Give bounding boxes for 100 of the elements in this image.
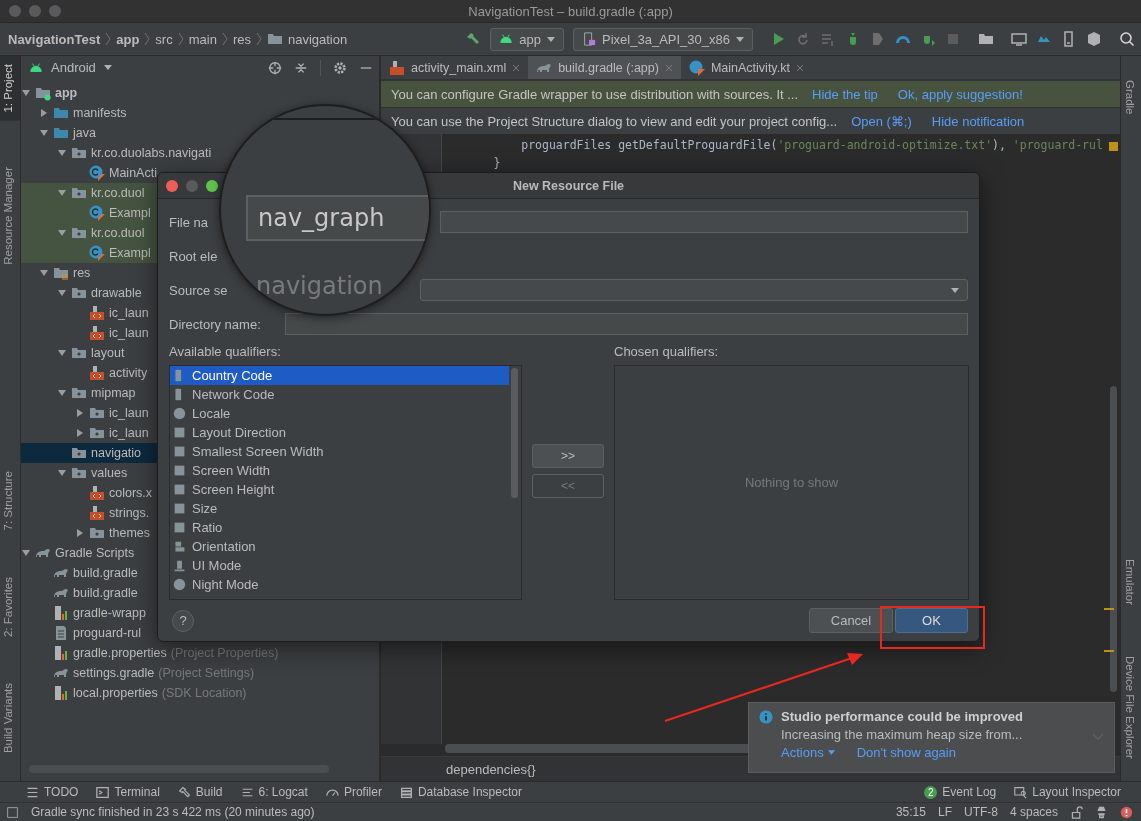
- expanded-arrow-icon[interactable]: [57, 288, 67, 298]
- editor-tab[interactable]: build.gradle (:app): [528, 56, 681, 79]
- list-item[interactable]: Country Code: [170, 366, 509, 385]
- list-item[interactable]: Size: [170, 499, 509, 518]
- status-item[interactable]: 4 spaces: [1009, 805, 1058, 819]
- crosshair-icon[interactable]: [268, 60, 282, 75]
- expanded-arrow-icon[interactable]: [57, 468, 67, 478]
- select-field[interactable]: [420, 279, 968, 301]
- status-item[interactable]: UTF-8: [963, 805, 998, 819]
- breadcrumb-item[interactable]: res: [232, 31, 251, 47]
- search-icon[interactable]: [1119, 31, 1135, 47]
- expanded-arrow-icon[interactable]: [57, 388, 67, 398]
- expanded-arrow-icon[interactable]: [21, 88, 31, 98]
- tool-window-tab[interactable]: 2: Favorites: [0, 568, 20, 645]
- expanded-arrow-icon[interactable]: [57, 148, 67, 158]
- tree-item[interactable]: res: [21, 263, 177, 283]
- breadcrumb-item[interactable]: app: [116, 31, 140, 47]
- window-close-button[interactable]: [166, 179, 178, 192]
- editor-tab[interactable]: activity_main.xml: [381, 56, 529, 79]
- tool-window-button[interactable]: 6: Logcat: [240, 785, 308, 799]
- banner-link[interactable]: Hide the tip: [812, 86, 878, 102]
- tree-item[interactable]: MainActi: [21, 163, 213, 183]
- tool-window-button[interactable]: Layout Inspector: [1014, 785, 1121, 799]
- tree-item[interactable]: manifests: [21, 103, 177, 123]
- breadcrumb-item[interactable]: navigation: [287, 31, 348, 47]
- close-icon[interactable]: [664, 63, 673, 72]
- collapsed-arrow-icon[interactable]: [75, 528, 85, 538]
- actions-link[interactable]: Actions: [781, 745, 824, 760]
- device-dropdown[interactable]: Pixel_3a_API_30_x86: [573, 27, 753, 51]
- cancel-button[interactable]: Cancel: [809, 608, 893, 633]
- expanded-arrow-icon[interactable]: [39, 268, 49, 278]
- tool-window-tab[interactable]: Build Variants: [0, 674, 20, 761]
- tool-window-button[interactable]: TODO: [26, 785, 79, 799]
- list-item[interactable]: Screen Width: [170, 461, 509, 480]
- collapsed-arrow-icon[interactable]: [75, 428, 85, 438]
- error-icon[interactable]: [1120, 805, 1133, 819]
- input-field[interactable]: [440, 211, 968, 233]
- tool-window-button[interactable]: 2 Event Log: [924, 785, 997, 799]
- breadcrumb-item[interactable]: NavigationTest: [8, 31, 101, 47]
- banner-link[interactable]: Hide notification: [931, 113, 1025, 129]
- tool-window-button[interactable]: Build: [177, 785, 223, 799]
- tool-window-tab[interactable]: Resource Manager: [0, 158, 20, 273]
- tool-window-tab[interactable]: 1: Project: [0, 56, 20, 121]
- status-item[interactable]: LF: [937, 805, 952, 819]
- help-button[interactable]: ?: [172, 609, 194, 632]
- unlock-icon[interactable]: [1070, 805, 1083, 819]
- close-icon[interactable]: [795, 63, 804, 72]
- tree-item[interactable]: Gradle Scripts: [21, 543, 159, 563]
- tool-window-button[interactable]: Database Inspector: [399, 785, 522, 799]
- list-item[interactable]: Layout Direction: [170, 423, 509, 442]
- monitor-icon[interactable]: [1011, 31, 1027, 47]
- vertical-scrollbar[interactable]: [1110, 386, 1117, 692]
- banner-link[interactable]: Ok, apply suggestion!: [897, 86, 1023, 102]
- list-item[interactable]: Network Code: [170, 385, 509, 404]
- tree-item[interactable]: app: [21, 83, 159, 103]
- collapsed-arrow-icon[interactable]: [39, 108, 49, 118]
- cube-icon[interactable]: [1086, 31, 1102, 47]
- tree-item[interactable]: local.properties (SDK Location): [21, 683, 249, 703]
- close-icon[interactable]: [512, 63, 521, 72]
- ok-button[interactable]: OK: [895, 608, 968, 633]
- window-minimize-button[interactable]: [29, 5, 41, 17]
- window-zoom-button[interactable]: [206, 179, 218, 192]
- tool-window-tab[interactable]: Gradle: [1124, 80, 1136, 115]
- settings-icon[interactable]: [333, 60, 347, 75]
- folder-icon[interactable]: [978, 31, 994, 47]
- window-close-button[interactable]: [9, 5, 21, 17]
- list-item[interactable]: Screen Height: [170, 480, 509, 499]
- banner-link[interactable]: Open (⌘;): [851, 113, 912, 129]
- vertical-scrollbar[interactable]: [511, 368, 518, 498]
- tool-window-tab[interactable]: 7: Structure: [0, 463, 20, 539]
- tool-window-tab[interactable]: Device File Explorer: [1124, 656, 1136, 759]
- expanded-arrow-icon[interactable]: [57, 188, 67, 198]
- project-view-dropdown[interactable]: Android: [29, 60, 112, 75]
- tool-window-button[interactable]: Profiler: [325, 785, 382, 799]
- hammer-icon[interactable]: [465, 31, 482, 47]
- dismiss-link[interactable]: Don't show again: [856, 745, 956, 760]
- tree-item[interactable]: settings.gradle (Project Settings): [21, 663, 257, 683]
- editor-tab[interactable]: MainActivity.kt: [680, 56, 812, 79]
- tree-item[interactable]: java: [21, 123, 177, 143]
- add-button[interactable]: >>: [532, 444, 604, 468]
- list-item[interactable]: Ratio: [170, 518, 509, 537]
- inspector-icon[interactable]: [1095, 805, 1108, 819]
- list-item[interactable]: Orientation: [170, 537, 509, 556]
- expanded-arrow-icon[interactable]: [57, 228, 67, 238]
- expanded-arrow-icon[interactable]: [39, 128, 49, 138]
- code-breadcrumb[interactable]: dependencies{}: [446, 761, 536, 777]
- collapse-icon[interactable]: [294, 60, 308, 75]
- run-configuration-dropdown[interactable]: app: [490, 27, 565, 51]
- list-item[interactable]: Locale: [170, 404, 509, 423]
- status-item[interactable]: 35:15: [895, 805, 926, 819]
- expanded-arrow-icon[interactable]: [57, 348, 67, 358]
- input-field[interactable]: [285, 313, 968, 335]
- collapsed-arrow-icon[interactable]: [75, 408, 85, 418]
- rerun-icon[interactable]: [795, 31, 811, 47]
- list-icon[interactable]: [820, 31, 836, 47]
- tree-item[interactable]: kr.co.duolabs.navigati: [21, 143, 214, 163]
- expanded-arrow-icon[interactable]: [21, 548, 31, 558]
- panel-toggle-icon[interactable]: [6, 805, 19, 819]
- tool-window-button[interactable]: Terminal: [96, 785, 160, 799]
- tool-window-tab[interactable]: Emulator: [1124, 559, 1136, 606]
